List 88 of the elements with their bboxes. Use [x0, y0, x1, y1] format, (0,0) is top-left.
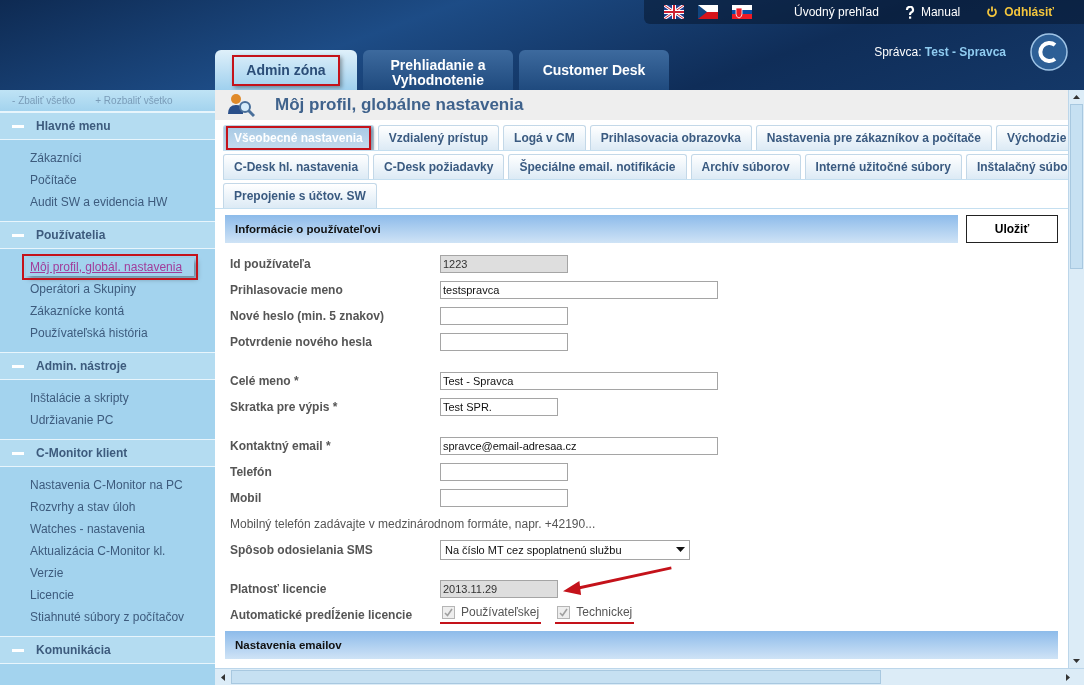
- nav-tab[interactable]: Admin zóna: [215, 50, 357, 90]
- save-button[interactable]: Uložiť: [966, 215, 1058, 243]
- field-label: Celé meno *: [230, 373, 300, 388]
- menu-item[interactable]: Zákazníci: [30, 149, 82, 167]
- menu-item[interactable]: Stiahnuté súbory z počítačov: [30, 608, 185, 626]
- scroll-left-icon[interactable]: [221, 673, 225, 681]
- field-label: Potvrdenie nového hesla: [230, 334, 374, 349]
- menu-section-header[interactable]: C-Monitor klient: [0, 439, 215, 467]
- section-header: Informácie o používateľovi: [225, 215, 958, 243]
- horizontal-scrollbar[interactable]: [215, 668, 1084, 685]
- field-label: Prihlasovacie meno: [230, 282, 344, 297]
- menu-item[interactable]: Aktualizácia C-Monitor kl.: [30, 542, 166, 560]
- input-field[interactable]: [440, 462, 568, 481]
- flag-icon[interactable]: [732, 5, 752, 19]
- settings-tab[interactable]: Špeciálne email. notifikácie: [508, 154, 687, 179]
- menu-section-header[interactable]: Hlavné menu: [0, 112, 215, 140]
- collapse-icon: [12, 451, 24, 455]
- menu-section-header[interactable]: Používatelia: [0, 221, 215, 249]
- menu-item[interactable]: Verzie: [30, 564, 64, 582]
- input-field[interactable]: [440, 332, 568, 351]
- menu-item[interactable]: Používateľská história: [30, 324, 148, 342]
- checkbox-label: Technickej: [576, 605, 633, 619]
- menu-section-header[interactable]: Admin. nástroje: [0, 352, 215, 380]
- input-field[interactable]: [440, 488, 568, 507]
- scroll-down-icon[interactable]: [1073, 659, 1080, 663]
- field-label: Nové heslo (min. 5 znakov): [230, 308, 386, 323]
- menu-item[interactable]: Watches - nastavenia: [30, 520, 145, 538]
- scroll-right-icon[interactable]: [1066, 673, 1070, 681]
- menu-item[interactable]: Inštalácie a skripty: [30, 389, 129, 407]
- field-label: Telefón: [230, 464, 273, 479]
- settings-tab[interactable]: Nastavenia pre zákazníkov a počítače: [755, 125, 992, 150]
- menu-item[interactable]: Počítače: [30, 171, 77, 189]
- settings-tab[interactable]: Archív súborov: [690, 154, 801, 179]
- question-icon: [904, 5, 915, 19]
- menu-item[interactable]: Licencie: [30, 586, 75, 604]
- collapse-icon: [12, 364, 24, 368]
- logo-icon: [1030, 33, 1068, 71]
- scrollbar-thumb[interactable]: [1070, 104, 1083, 269]
- user-label: Správca: Test - Spravca: [874, 45, 1006, 59]
- manual-link[interactable]: Manual: [904, 5, 961, 19]
- settings-tab[interactable]: Inštalačný súbo: [965, 154, 1068, 179]
- input-field[interactable]: Test - Spravca: [440, 371, 718, 390]
- settings-tab[interactable]: Interné užitočné súbory: [804, 154, 962, 179]
- power-icon: [986, 6, 999, 18]
- field-label: Mobil: [230, 490, 263, 505]
- scrollbar-thumb[interactable]: [231, 670, 881, 684]
- home-link[interactable]: Úvodný prehľad: [794, 5, 879, 19]
- caret-icon: [676, 547, 685, 552]
- flag-icon[interactable]: [664, 5, 684, 19]
- menu-item[interactable]: Zákaznícke kontá: [30, 302, 125, 320]
- input-field[interactable]: [440, 306, 568, 325]
- menu-item[interactable]: Audit SW a evidencia HW: [30, 193, 168, 211]
- settings-tab[interactable]: Vzdialený prístup: [377, 125, 500, 150]
- vertical-scrollbar[interactable]: [1068, 90, 1084, 668]
- settings-tab[interactable]: Prihlasovacia obrazovka: [589, 125, 752, 150]
- scroll-up-icon[interactable]: [1073, 95, 1080, 99]
- settings-tab[interactable]: Východzie: [995, 125, 1068, 150]
- hint-text: Mobilný telefón zadávajte v medzinárodnom formáte, napr. +42190...: [230, 516, 596, 531]
- field-label: Skratka pre výpis *: [230, 399, 339, 414]
- collapse-icon: [12, 124, 24, 128]
- field-label: Automatické predĺženie licencie: [230, 607, 414, 622]
- collapse-icon: [12, 648, 24, 652]
- collapse-icon: [12, 233, 24, 237]
- menu-item[interactable]: Nastavenia C-Monitor na PC: [30, 476, 183, 494]
- user-search-icon: [227, 92, 255, 118]
- menu-item[interactable]: Rozvrhy a stav úloh: [30, 498, 136, 516]
- section-header: Nastavenia emailov: [225, 631, 1058, 659]
- menu-section-header[interactable]: Komunikácia: [0, 636, 215, 664]
- checkbox-label: Používateľskej: [461, 605, 540, 619]
- settings-tab[interactable]: C-Desk požiadavky: [373, 154, 505, 179]
- select-field[interactable]: Na číslo MT cez spoplatnenú službu: [440, 539, 690, 560]
- page-title: Môj profil, globálne nastavenia: [275, 95, 524, 115]
- input-field[interactable]: Test SPR.: [440, 397, 558, 416]
- logout-link[interactable]: Odhlásiť: [986, 5, 1054, 19]
- nav-tab[interactable]: Customer Desk: [519, 50, 669, 90]
- field-label: Kontaktný email *: [230, 438, 332, 453]
- settings-tab[interactable]: Logá v CM: [503, 125, 586, 150]
- input-field[interactable]: testspravca: [440, 280, 718, 299]
- input-field[interactable]: spravce@email-adresaa.cz: [440, 436, 718, 455]
- field-label: Platnosť licencie: [230, 581, 328, 596]
- field-label: Spôsob odosielania SMS: [230, 542, 374, 557]
- menu-item[interactable]: Operátori a Skupiny: [30, 280, 137, 298]
- settings-tab[interactable]: Prepojenie s účtov. SW: [223, 183, 377, 208]
- settings-tab[interactable]: C-Desk hl. nastavenia: [223, 154, 370, 179]
- menu-item[interactable]: Udržiavanie PC: [30, 411, 114, 429]
- field-label: Id používateľa: [230, 256, 312, 271]
- nav-tab[interactable]: Prehliadanie a Vyhodnotenie: [363, 50, 513, 90]
- flag-icon[interactable]: [698, 5, 718, 19]
